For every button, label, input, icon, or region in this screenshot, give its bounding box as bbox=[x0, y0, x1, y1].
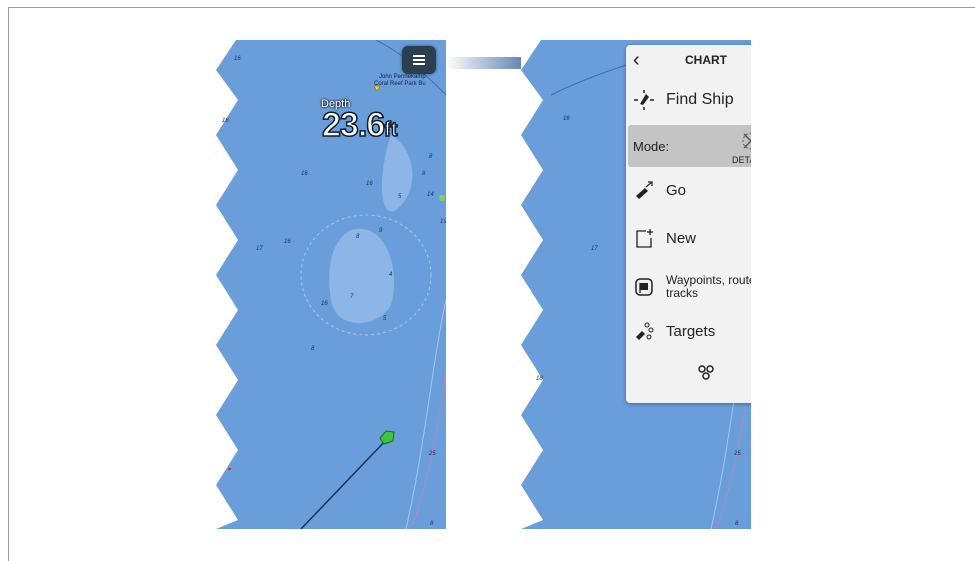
svg-text:18: 18 bbox=[536, 376, 543, 382]
svg-text:5: 5 bbox=[383, 316, 387, 322]
chart-screen-before[interactable]: 16 16 16 16 8 8 5 14 19 17 16 9 8 7 16 4… bbox=[216, 40, 446, 529]
frame-border-left bbox=[8, 7, 9, 561]
svg-text:16: 16 bbox=[321, 301, 328, 307]
frame-border-top bbox=[8, 7, 975, 8]
settings-cog-icon[interactable] bbox=[696, 363, 716, 383]
svg-text:9: 9 bbox=[379, 228, 383, 234]
svg-text:14: 14 bbox=[427, 192, 434, 198]
targets-icon bbox=[636, 322, 654, 340]
svg-text:16: 16 bbox=[222, 118, 229, 124]
depth-value: 23.6ft bbox=[321, 105, 398, 145]
svg-text:17: 17 bbox=[591, 246, 598, 252]
targets-menu-item[interactable]: Targets > bbox=[626, 311, 751, 351]
chart-menu-header: ‹ CHART ✕ bbox=[626, 45, 751, 77]
svg-text:16: 16 bbox=[366, 181, 373, 187]
svg-text:16: 16 bbox=[301, 171, 308, 177]
go-menu-item[interactable]: Go > bbox=[626, 170, 751, 210]
chart-menu-title: CHART bbox=[685, 53, 727, 67]
svg-text:8: 8 bbox=[735, 521, 739, 527]
svg-text:25: 25 bbox=[733, 451, 741, 457]
mode-selector[interactable]: Mode: DETAILED bbox=[628, 125, 751, 167]
svg-text:8: 8 bbox=[422, 171, 426, 177]
svg-text:25: 25 bbox=[428, 451, 436, 457]
find-ship-icon bbox=[634, 90, 654, 110]
menu-button[interactable] bbox=[402, 46, 436, 74]
poi-label: John Pennekamp Coral Reef Park Bu bbox=[374, 74, 426, 87]
svg-text:17: 17 bbox=[256, 246, 263, 252]
svg-text:8: 8 bbox=[311, 346, 315, 352]
mode-value: DETAILED bbox=[732, 155, 751, 165]
mode-label: Mode: bbox=[633, 139, 670, 154]
svg-text:19: 19 bbox=[440, 219, 446, 225]
vessel-icon bbox=[379, 430, 395, 445]
svg-text:16: 16 bbox=[563, 116, 570, 122]
svg-text:8: 8 bbox=[429, 154, 433, 160]
waypoints-icon bbox=[635, 278, 653, 296]
chart-menu-panel: ‹ CHART ✕ Find Ship Mode: DETAILED bbox=[626, 45, 751, 403]
svg-text:16: 16 bbox=[234, 56, 241, 62]
new-icon bbox=[636, 229, 653, 248]
find-ship-button[interactable]: Find Ship bbox=[626, 79, 751, 119]
waypoints-routes-tracks-menu-item[interactable]: Waypoints, routes, tracks > bbox=[626, 266, 751, 306]
svg-text:16: 16 bbox=[284, 239, 291, 245]
svg-text:8: 8 bbox=[430, 521, 434, 527]
go-icon bbox=[636, 181, 653, 199]
detailed-mode-icon bbox=[742, 132, 751, 150]
new-menu-item[interactable]: New > bbox=[626, 218, 751, 258]
chart-screen-after[interactable]: 16 17 18 19 8 25 ‹ CHART ✕ Find Ship Mod… bbox=[521, 40, 751, 529]
